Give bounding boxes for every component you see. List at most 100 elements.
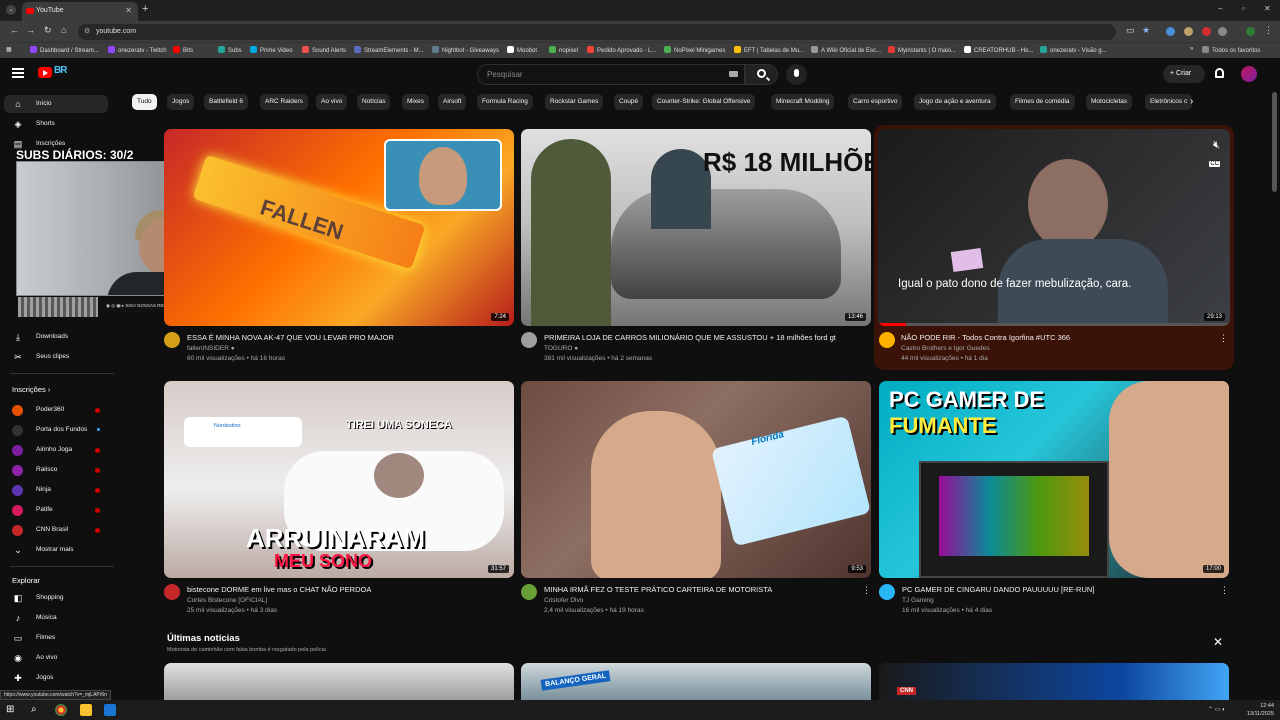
channel-avatar[interactable]	[879, 584, 895, 600]
profile-icon[interactable]	[1246, 27, 1255, 36]
sidebar-item-live[interactable]: ◉ Ao vivo	[4, 649, 108, 667]
more-options-icon[interactable]: ⋮	[1219, 333, 1228, 344]
mute-icon[interactable]: 🔇︎	[1213, 139, 1220, 152]
captions-icon[interactable]: CC	[1209, 161, 1220, 167]
sidebar-item-downloads[interactable]: ⤓ Downloads	[4, 328, 108, 346]
cast-icon[interactable]: ▭	[1126, 25, 1135, 36]
extension-icon[interactable]	[1166, 27, 1175, 36]
search-input[interactable]: Pesquisar	[477, 64, 745, 85]
chip[interactable]: Mixes	[402, 94, 429, 110]
page-scrollbar[interactable]	[1272, 92, 1277, 192]
channel-name[interactable]: Cristofer Dlvo	[544, 597, 583, 604]
minimize-icon[interactable]: –	[1218, 4, 1222, 13]
video-title[interactable]: PC GAMER DE CINGARU DANDO PAUUUUU [RE-RU…	[902, 585, 1212, 594]
video-title[interactable]: NÃO PODE RIR - Todos Contra Igorfina #UT…	[901, 333, 1211, 342]
chip[interactable]: Formula Racing	[477, 94, 533, 110]
channel-avatar[interactable]	[521, 584, 537, 600]
bookmark-item[interactable]: nopixel	[549, 46, 578, 54]
chip[interactable]: Eletrônicos c	[1145, 94, 1193, 110]
reload-icon[interactable]: ↻	[44, 25, 52, 36]
all-bookmarks[interactable]: Todos os favoritos	[1202, 46, 1260, 54]
video-title[interactable]: ESSA É MINHA NOVA AK-47 QUE VOU LEVAR PR…	[187, 333, 497, 342]
windows-start-icon[interactable]: ⊞	[6, 704, 18, 716]
news-thumbnail[interactable]: BALANÇO GERAL	[521, 663, 871, 700]
chevron-right-icon[interactable]: ›	[1190, 96, 1193, 107]
sidebar-item-channel[interactable]: Patife	[4, 501, 108, 519]
notifications-icon[interactable]	[1215, 68, 1224, 78]
video-thumbnail[interactable]: R$ 18 MILHÕES 13:46	[521, 129, 871, 326]
sidebar-item-shopping[interactable]: ◧ Shopping	[4, 589, 108, 607]
news-thumbnail[interactable]: CNN	[879, 663, 1229, 700]
chip[interactable]: Coupé	[614, 94, 644, 110]
forward-icon[interactable]: →	[26, 25, 35, 35]
window-close-icon[interactable]: ✕	[1264, 4, 1271, 13]
extension-icon[interactable]	[1202, 27, 1211, 36]
chip[interactable]: Filmes de comédia	[1010, 94, 1075, 110]
chip[interactable]: Minecraft Modding	[771, 94, 835, 110]
subscriptions-heading[interactable]: Inscrições ›	[12, 385, 50, 394]
clock[interactable]: 12:44 13/11/2025	[1247, 702, 1274, 718]
address-bar[interactable]: ⚙ youtube.com	[78, 24, 1116, 40]
search-button[interactable]	[745, 64, 778, 85]
channel-avatar[interactable]	[521, 332, 537, 348]
steam-icon[interactable]	[104, 704, 116, 716]
chip[interactable]: Airsoft	[438, 94, 467, 110]
video-preview[interactable]: Igual o pato dono de fazer mebulização, …	[878, 129, 1230, 326]
sidebar-item-channel[interactable]: CNN Brasil	[4, 521, 108, 539]
video-title[interactable]: PRIMEIRA LOJA DE CARROS MILIONÁRIO QUE M…	[544, 333, 854, 342]
channel-name[interactable]: Castro Brothers e Igor Guedes	[901, 345, 990, 352]
bookmark-item[interactable]: Sound Alerts	[302, 46, 346, 54]
chip[interactable]: Counter-Strike: Global Offensive	[652, 94, 756, 110]
bookmark-item[interactable]: Bits	[173, 46, 193, 54]
bookmark-item[interactable]: A Wiki Oficial de Esc...	[811, 46, 881, 54]
bookmark-item[interactable]: EFT | Tabelas de Mu...	[734, 46, 804, 54]
chrome-icon[interactable]	[55, 704, 67, 716]
more-options-icon[interactable]: ⋮	[1220, 585, 1229, 596]
tray-icons[interactable]: ⌃ ▭ ◐	[1208, 706, 1226, 713]
chip[interactable]: Carro esportivo	[848, 94, 903, 110]
bookmark-item[interactable]: CREATORHUB - Ho...	[964, 46, 1033, 54]
sidebar-item-channel[interactable]: Airinho Joga	[4, 441, 108, 459]
channel-name[interactable]: Cortes Bistecone [OFICIAL]	[187, 597, 267, 604]
bookmark-item[interactable]: Prime Video	[250, 46, 293, 54]
bookmark-item[interactable]: Dashboard / Stream...	[30, 46, 99, 54]
chip[interactable]: Notícias	[357, 94, 391, 110]
extension-icon[interactable]	[1184, 27, 1193, 36]
channel-name[interactable]: fallenINSIDER ●	[187, 345, 235, 352]
chip[interactable]: Ao vivo	[316, 94, 348, 110]
chip[interactable]: Jogo de ação e aventura	[914, 94, 996, 110]
tab-close-icon[interactable]: ✕	[125, 6, 132, 15]
sidebar-item-channel[interactable]: Poder360	[4, 401, 108, 419]
video-thumbnail[interactable]: PC GAMER DE FUMANTE 17:00	[879, 381, 1229, 578]
bookmark-item[interactable]: onezeratv - Visão g...	[1040, 46, 1107, 54]
bookmark-item[interactable]: NoPixel Minigames	[664, 46, 725, 54]
back-icon[interactable]: ←	[10, 25, 19, 35]
sidebar-item-shorts[interactable]: ◈ Shorts	[4, 115, 108, 133]
chip[interactable]: Tudo	[132, 94, 157, 110]
site-info-icon[interactable]: ⚙	[84, 27, 90, 35]
sidebar-item-channel[interactable]: Ralisco	[4, 461, 108, 479]
chip[interactable]: Rockstar Games	[545, 94, 604, 110]
file-explorer-icon[interactable]	[80, 704, 92, 716]
chip[interactable]: Battlefield 6	[204, 94, 248, 110]
sidebar-item-home[interactable]: ⌂ Início	[4, 95, 108, 113]
close-icon[interactable]: ✕	[1213, 635, 1223, 649]
show-more-button[interactable]: ⌄ Mostrar mais	[4, 541, 108, 559]
bookmark-item[interactable]: onezeratv - Twitch	[108, 46, 167, 54]
bookmark-item[interactable]: Moobot	[507, 46, 537, 54]
bookmark-item[interactable]: StreamElements - M...	[354, 46, 424, 54]
chip[interactable]: Motocicletas	[1086, 94, 1133, 110]
video-card-hovered[interactable]: Igual o pato dono de fazer mebulização, …	[874, 125, 1234, 370]
chip[interactable]: ARC Raiders	[260, 94, 308, 110]
extension-icon[interactable]	[1218, 27, 1227, 36]
more-bookmarks-icon[interactable]: »	[1190, 46, 1193, 52]
channel-avatar[interactable]	[164, 332, 180, 348]
video-title[interactable]: bistecone DORME em live mas o CHAT NÃO P…	[187, 585, 497, 594]
bookmark-item[interactable]: Nightbot - Giveaways	[432, 46, 499, 54]
menu-icon[interactable]	[12, 68, 24, 78]
channel-name[interactable]: TOGURO ●	[544, 345, 578, 352]
tab-search-icon[interactable]: ⌄	[6, 5, 16, 15]
avatar[interactable]	[1241, 66, 1257, 82]
news-thumbnail[interactable]	[164, 663, 514, 700]
channel-avatar[interactable]	[879, 332, 895, 348]
